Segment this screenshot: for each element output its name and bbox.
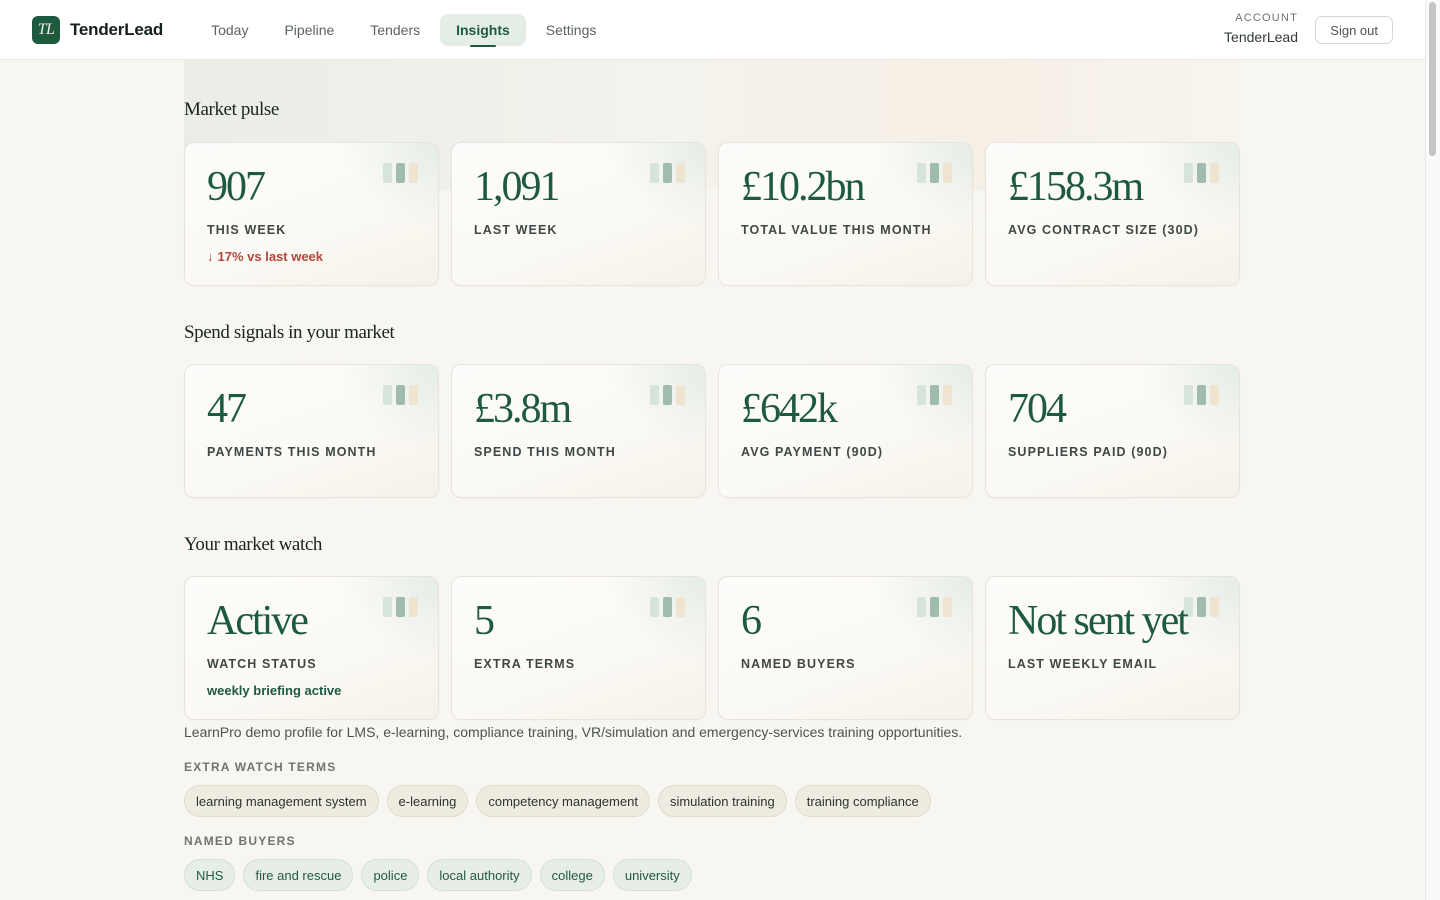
profile-description: LearnPro demo profile for LMS, e-learnin… (184, 724, 963, 740)
stat-label: WATCH STATUS (207, 657, 317, 671)
named-buyers-label: NAMED BUYERS (184, 834, 296, 848)
nav-tab-tenders[interactable]: Tenders (354, 14, 436, 46)
bar-chart-icon (1184, 385, 1219, 405)
section-title-market-watch: Your market watch (184, 534, 322, 555)
bar-chart-icon (917, 163, 952, 183)
stat-value: £158.3m (1008, 164, 1144, 210)
buyer-chip[interactable]: NHS (184, 859, 236, 891)
stat-value: 704 (1008, 386, 1067, 432)
term-chip[interactable]: learning management system (184, 785, 379, 817)
page-scrollbar[interactable] (1425, 0, 1440, 900)
account-info: ACCOUNT TenderLead (1224, 12, 1298, 45)
nav-tab-settings[interactable]: Settings (530, 14, 613, 46)
stat-label: EXTRA TERMS (474, 657, 576, 671)
buyer-chip[interactable]: fire and rescue (243, 859, 354, 891)
stat-value: 5 (474, 598, 495, 644)
bar-chart-icon (650, 163, 685, 183)
named-buyers-list: NHS fire and rescue police local authori… (184, 859, 692, 891)
stat-label: TOTAL VALUE THIS MONTH (741, 223, 932, 237)
account-name: TenderLead (1224, 29, 1298, 45)
stat-card-payments: 47 PAYMENTS THIS MONTH (184, 364, 439, 498)
stat-value: £10.2bn (741, 164, 865, 210)
scrollbar-thumb[interactable] (1429, 2, 1436, 156)
stat-value: 47 (207, 386, 247, 432)
bar-chart-icon (1184, 163, 1219, 183)
bar-chart-icon (383, 163, 418, 183)
nav-tab-insights[interactable]: Insights (440, 13, 526, 47)
section-title-spend-signals: Spend signals in your market (184, 322, 395, 343)
section-title-market-pulse: Market pulse (184, 99, 279, 120)
term-chip[interactable]: competency management (476, 785, 650, 817)
bar-chart-icon (650, 597, 685, 617)
stat-label: SPEND THIS MONTH (474, 445, 616, 459)
stat-value: £3.8m (474, 386, 572, 432)
stat-value: Not sent yet (1008, 598, 1189, 644)
stat-card-named-buyers: 6 NAMED BUYERS (718, 576, 973, 720)
extra-terms-label: EXTRA WATCH TERMS (184, 760, 337, 774)
stat-note: weekly briefing active (207, 683, 342, 698)
term-chip[interactable]: training compliance (794, 785, 931, 817)
bar-chart-icon (383, 597, 418, 617)
account-label: ACCOUNT (1235, 12, 1298, 24)
term-chip[interactable]: simulation training (657, 785, 787, 817)
stat-value: Active (207, 598, 309, 644)
bar-chart-icon (383, 385, 418, 405)
stat-delta: ↓ 17% vs last week (207, 249, 323, 264)
buyer-chip[interactable]: local authority (427, 859, 532, 891)
arrow-down-icon: ↓ (207, 249, 214, 264)
stat-card-avg-payment: £642k AVG PAYMENT (90D) (718, 364, 973, 498)
bar-chart-icon (917, 385, 952, 405)
stat-card-suppliers-paid: 704 SUPPLIERS PAID (90D) (985, 364, 1240, 498)
buyer-chip[interactable]: college (539, 859, 605, 891)
bar-chart-icon (917, 597, 952, 617)
stat-label: THIS WEEK (207, 223, 287, 237)
bar-chart-icon (650, 385, 685, 405)
stat-card-avg-contract: £158.3m AVG CONTRACT SIZE (30D) (985, 142, 1240, 286)
stat-value: £642k (741, 386, 838, 432)
stat-delta-text: 17% vs last week (217, 249, 324, 264)
bar-chart-icon (1184, 597, 1219, 617)
stat-value: 907 (207, 164, 266, 210)
stat-card-total-value: £10.2bn TOTAL VALUE THIS MONTH (718, 142, 973, 286)
buyer-chip[interactable]: university (612, 859, 692, 891)
stat-label: AVG CONTRACT SIZE (30D) (1008, 223, 1200, 237)
extra-terms-list: learning management system e-learning co… (184, 785, 931, 817)
stat-value: 1,091 (474, 164, 560, 210)
top-navigation-bar: TL TenderLead Today Pipeline Tenders Ins… (0, 0, 1425, 60)
stat-label: SUPPLIERS PAID (90D) (1008, 445, 1168, 459)
stat-label: LAST WEEKLY EMAIL (1008, 657, 1158, 671)
stat-value: 6 (741, 598, 762, 644)
brand-logo-icon: TL (32, 15, 60, 44)
stat-label: NAMED BUYERS (741, 657, 856, 671)
brand[interactable]: TL TenderLead (32, 15, 164, 44)
main-nav: Today Pipeline Tenders Insights Settings (195, 13, 616, 47)
stat-label: PAYMENTS THIS MONTH (207, 445, 377, 459)
stat-card-last-week: 1,091 LAST WEEK (451, 142, 706, 286)
stat-card-this-week: 907 THIS WEEK ↓ 17% vs last week (184, 142, 439, 286)
term-chip[interactable]: e-learning (386, 785, 469, 817)
stat-card-spend: £3.8m SPEND THIS MONTH (451, 364, 706, 498)
nav-tab-today[interactable]: Today (195, 14, 264, 46)
sign-out-button[interactable]: Sign out (1315, 16, 1393, 44)
stat-label: LAST WEEK (474, 223, 558, 237)
buyer-chip[interactable]: police (361, 859, 420, 891)
stat-card-watch-status: Active WATCH STATUS weekly briefing acti… (184, 576, 439, 720)
nav-tab-pipeline[interactable]: Pipeline (268, 14, 350, 46)
brand-name: TenderLead (70, 19, 164, 39)
stat-label: AVG PAYMENT (90D) (741, 445, 884, 459)
stat-card-extra-terms: 5 EXTRA TERMS (451, 576, 706, 720)
stat-card-last-weekly-email: Not sent yet LAST WEEKLY EMAIL (985, 576, 1240, 720)
